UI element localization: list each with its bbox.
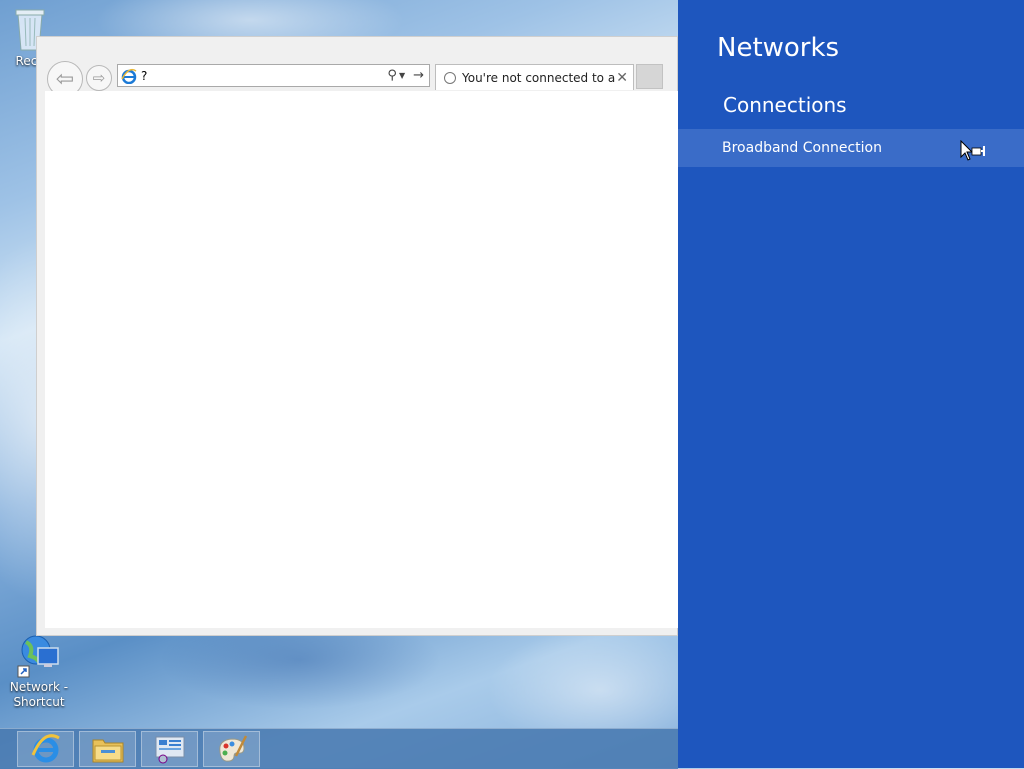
taskbar-internet-explorer[interactable] (17, 731, 74, 767)
forward-arrow-icon: ⇨ (92, 69, 106, 87)
close-icon[interactable]: ✕ (616, 70, 628, 86)
address-input[interactable]: ? (141, 69, 387, 83)
forward-button[interactable]: ⇨ (86, 65, 112, 91)
internet-explorer-icon (31, 734, 60, 763)
connection-name: Broadband Connection (722, 140, 882, 156)
network-shortcut[interactable]: Network - Shortcut (1, 632, 77, 710)
file-explorer-icon (92, 739, 123, 763)
panel-title: Networks (717, 33, 840, 63)
taskbar-paint[interactable] (203, 731, 260, 767)
page-content (45, 91, 678, 628)
taskbar-file-explorer[interactable] (79, 731, 136, 767)
taskbar-server-manager[interactable] (141, 731, 198, 767)
paint-icon (218, 735, 247, 762)
connections-heading: Connections (723, 93, 847, 117)
networks-panel: Networks Connections Broadband Connectio… (678, 0, 1024, 768)
back-arrow-icon: ⇦ (55, 66, 75, 92)
go-arrow-icon[interactable]: → (413, 68, 424, 83)
network-globe-icon (17, 635, 59, 678)
address-bar[interactable]: ? ⚲ ▼ → (117, 64, 430, 87)
dropdown-icon[interactable]: ▼ (399, 71, 405, 80)
server-manager-icon (155, 736, 184, 764)
search-icon[interactable]: ⚲ (387, 68, 397, 83)
loading-spinner-icon (444, 71, 456, 84)
new-tab-button[interactable] (636, 64, 663, 89)
network-shortcut-label: Network - Shortcut (9, 680, 69, 709)
tab-title: You're not connected to a ... (462, 70, 617, 85)
tab-current[interactable]: You're not connected to a ... ✕ (435, 64, 634, 90)
mouse-cursor-icon (960, 140, 985, 161)
ie-icon (121, 68, 137, 84)
internet-explorer-window: ⇦ ⇨ ? ⚲ ▼ → You're not connected to a ..… (36, 36, 678, 636)
taskbar (0, 728, 678, 769)
